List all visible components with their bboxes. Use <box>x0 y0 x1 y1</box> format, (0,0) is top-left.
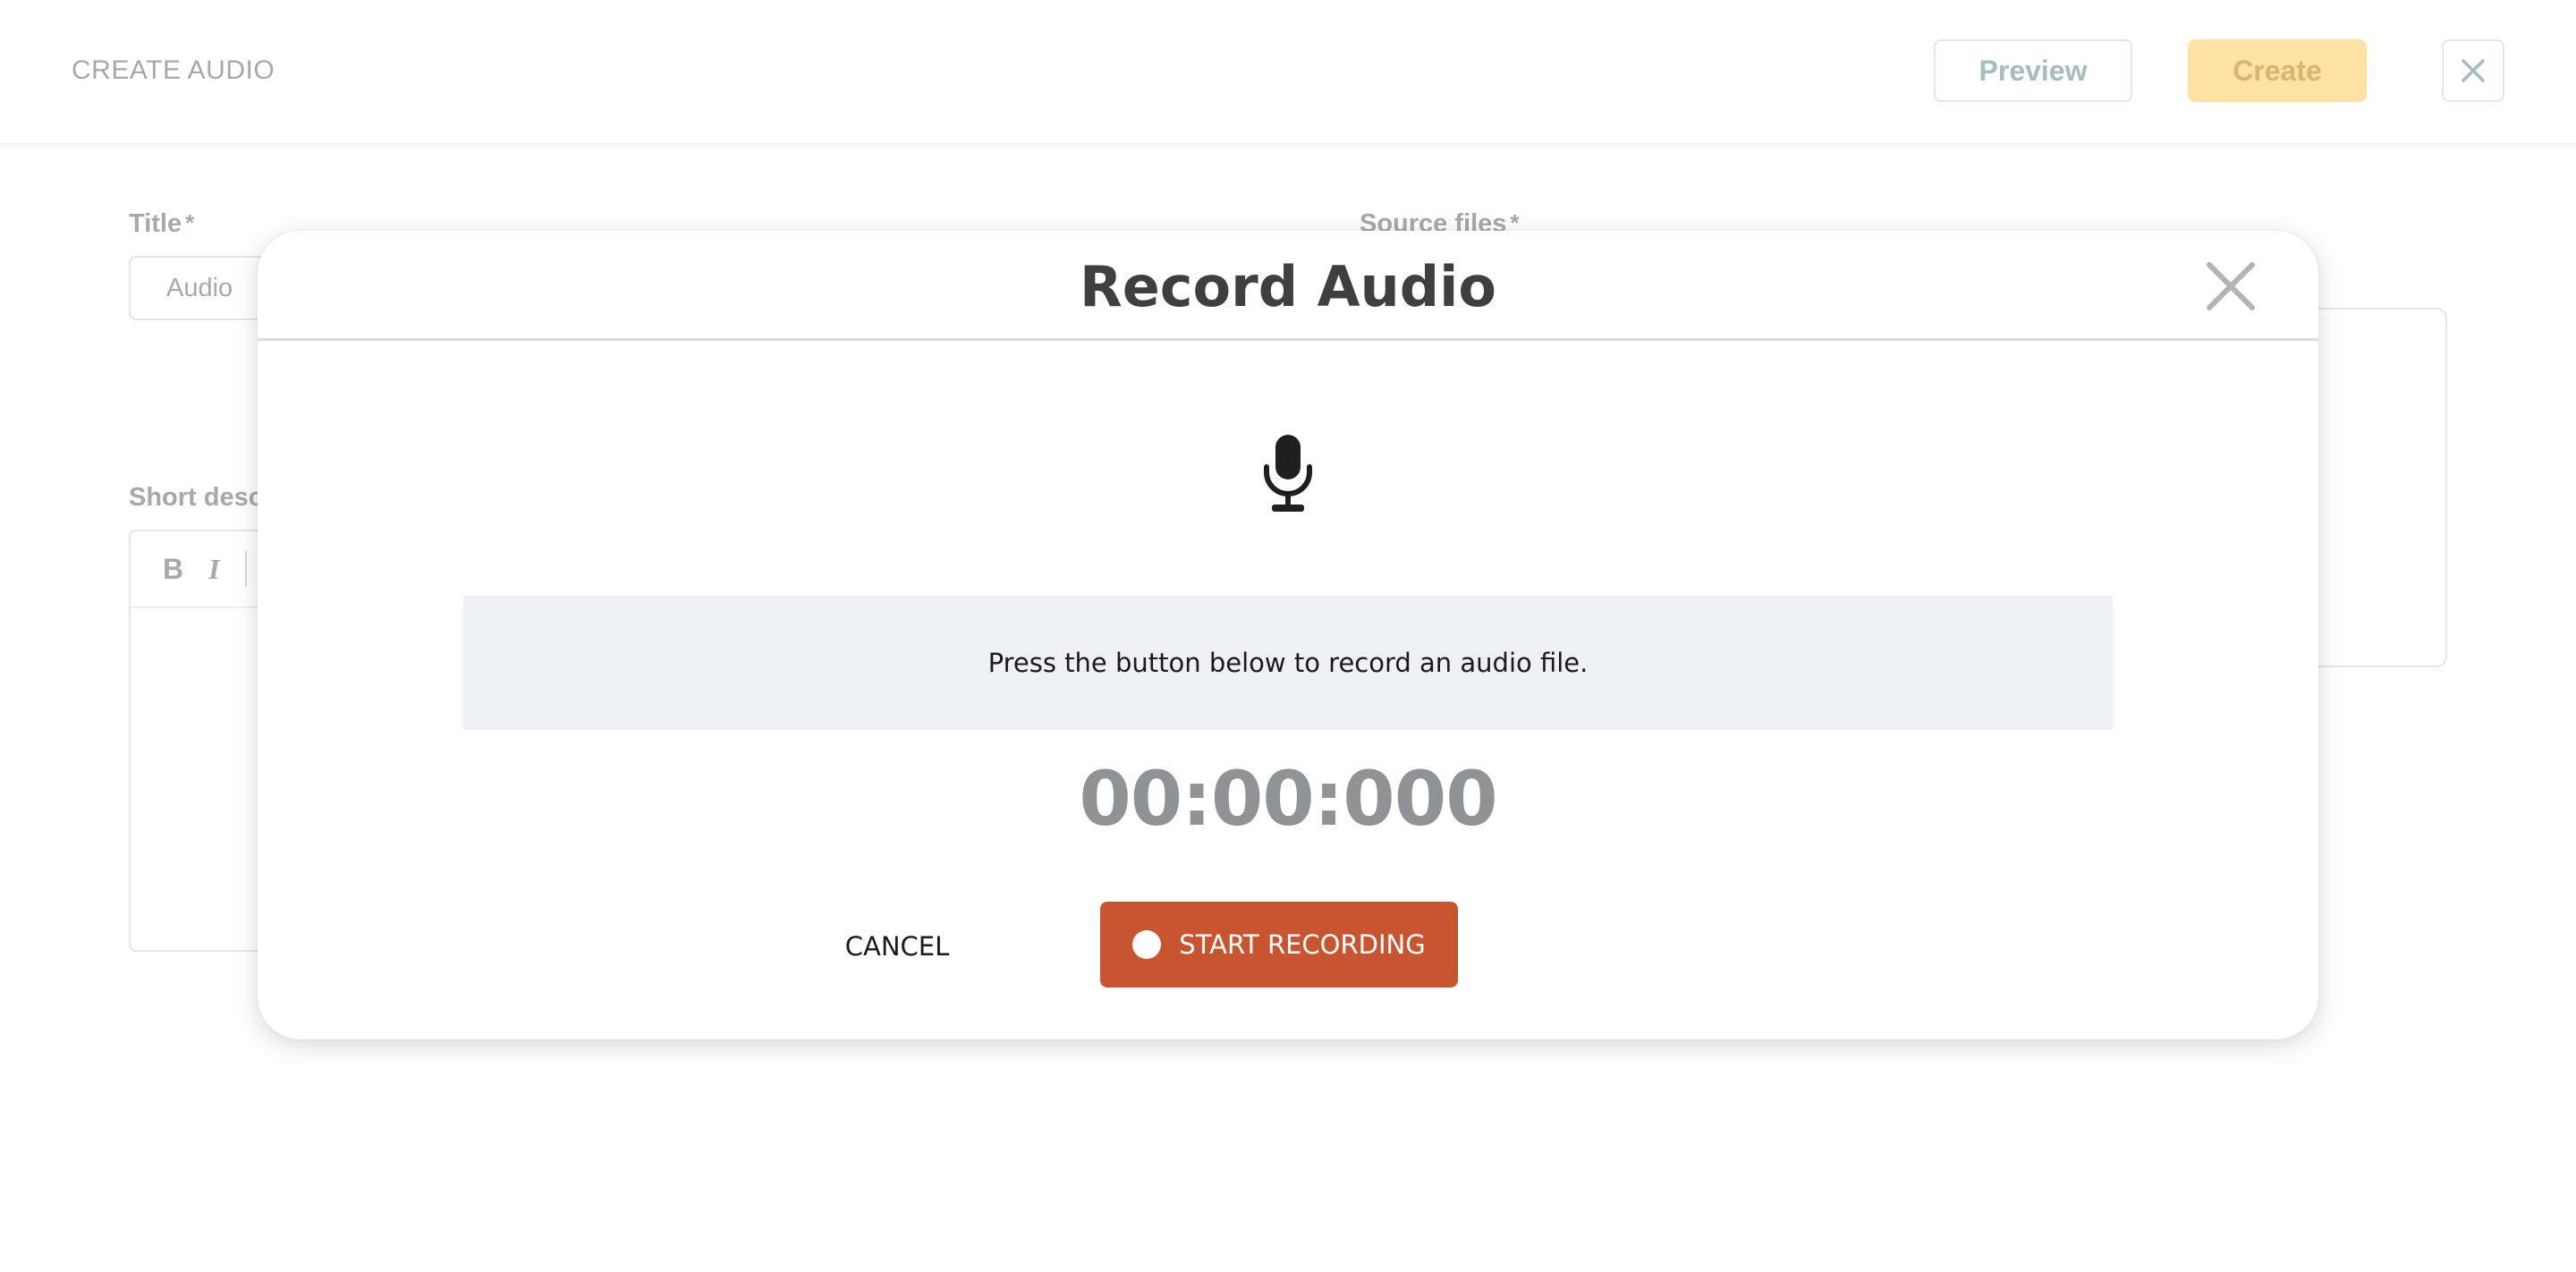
close-icon <box>2462 59 2485 82</box>
close-icon <box>2207 262 2255 310</box>
page-title: CREATE AUDIO <box>72 55 275 85</box>
create-audio-page: CREATE AUDIO Preview Create Title * Audio… <box>0 0 2576 1272</box>
instruction-text: Press the button below to record an audi… <box>987 648 1589 678</box>
instruction-box: Press the button below to record an audi… <box>463 596 2113 730</box>
title-label: Title * <box>129 209 194 239</box>
create-button[interactable]: Create <box>2188 39 2367 102</box>
start-recording-label: START RECORDING <box>1179 929 1426 960</box>
required-mark: * <box>185 209 195 236</box>
record-audio-modal: Record Audio Press the button below to r… <box>258 231 2318 1039</box>
bold-button[interactable]: B <box>163 553 183 586</box>
close-page-button[interactable] <box>2442 39 2504 102</box>
italic-button[interactable]: I <box>208 553 219 586</box>
cancel-button[interactable]: CANCEL <box>830 903 964 989</box>
title-label-text: Title <box>129 209 182 238</box>
toolbar-divider <box>244 551 247 587</box>
short-description-label: Short desc <box>129 483 263 512</box>
modal-title: Record Audio <box>1079 254 1497 319</box>
preview-button[interactable]: Preview <box>1934 39 2132 102</box>
top-bar: CREATE AUDIO Preview Create <box>0 0 2576 145</box>
start-recording-button[interactable]: START RECORDING <box>1100 902 1458 988</box>
modal-header: Record Audio <box>258 231 2318 341</box>
record-dot-icon <box>1132 930 1162 959</box>
microphone-icon <box>1264 435 1312 512</box>
modal-close-button[interactable] <box>2204 259 2258 313</box>
recording-timer: 00:00:000 <box>1079 755 1497 843</box>
